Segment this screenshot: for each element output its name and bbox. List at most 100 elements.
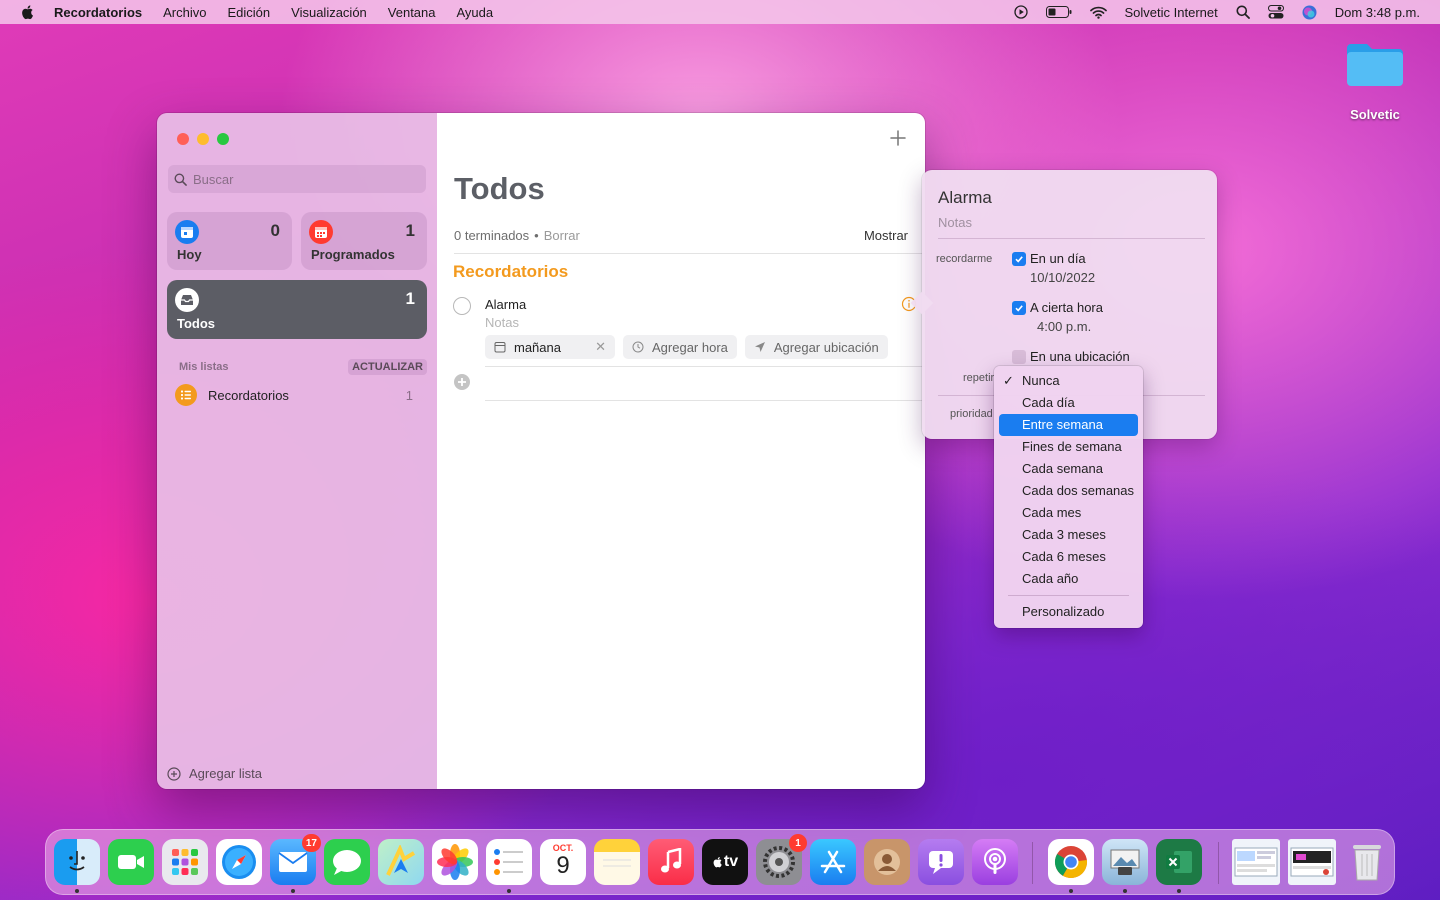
clear-button[interactable]: Borrar — [544, 228, 580, 243]
safari-icon[interactable] — [216, 839, 262, 885]
podcasts-icon[interactable] — [972, 839, 1018, 885]
time-value[interactable]: 4:00 p.m. — [1037, 319, 1091, 334]
repeat-option-entre-semana[interactable]: Entre semana — [999, 414, 1138, 436]
finder-icon[interactable] — [54, 839, 100, 885]
mail-icon[interactable]: 17 — [270, 834, 321, 885]
trash-icon[interactable] — [1344, 839, 1390, 885]
completed-summary: 0 terminados • Borrar — [454, 228, 580, 243]
my-lists-title: Mis listas — [179, 361, 229, 373]
zoom-button[interactable] — [217, 133, 229, 145]
add-reminder-plus-icon[interactable] — [889, 129, 907, 147]
divider — [454, 253, 925, 254]
music-icon[interactable] — [648, 839, 694, 885]
show-button[interactable]: Mostrar — [864, 228, 908, 243]
menu-separator — [1008, 595, 1129, 596]
popover-title[interactable]: Alarma — [938, 188, 992, 208]
menu-visualizacion[interactable]: Visualización — [291, 5, 367, 20]
preview-icon[interactable] — [1102, 839, 1148, 885]
reminder-title[interactable]: Alarma — [485, 297, 526, 312]
battery-icon[interactable] — [1045, 6, 1072, 18]
date-chip[interactable]: mañana ✕ — [485, 335, 615, 359]
hoy-label: Hoy — [177, 247, 202, 262]
repeat-option-cada-dia[interactable]: Cada día — [999, 392, 1138, 414]
calendar-icon[interactable]: OCT. 9 — [540, 839, 586, 885]
minimized-window-thumbnail[interactable] — [1288, 839, 1336, 885]
repeat-option-cada-dos-semanas[interactable]: Cada dos semanas — [999, 480, 1138, 502]
feedback-assistant-icon[interactable] — [918, 839, 964, 885]
apple-tv-icon[interactable]: tv — [702, 839, 748, 885]
repeat-option-fines-de-semana[interactable]: Fines de semana — [999, 436, 1138, 458]
smart-list-todos[interactable]: 1 Todos — [167, 280, 427, 339]
remove-date-icon[interactable]: ✕ — [595, 339, 606, 355]
dock: 17 OCT. 9 tv 1 — [45, 829, 1395, 895]
siri-icon[interactable] — [1302, 5, 1317, 20]
control-center-icon[interactable] — [1267, 5, 1284, 19]
on-day-label: En un día — [1030, 251, 1086, 266]
repeat-option-cada-semana[interactable]: Cada semana — [999, 458, 1138, 480]
system-preferences-icon[interactable]: 1 — [756, 834, 807, 885]
launchpad-icon[interactable] — [162, 839, 208, 885]
search-input[interactable]: Buscar — [168, 165, 426, 193]
repeat-option-personalizado[interactable]: Personalizado — [999, 601, 1138, 623]
repeat-option-cada-mes[interactable]: Cada mes — [999, 502, 1138, 524]
close-button[interactable] — [177, 133, 189, 145]
add-location-chip[interactable]: Agregar ubicación — [744, 335, 888, 359]
on-day-checkbox[interactable]: En un día — [1012, 251, 1086, 266]
photos-icon[interactable] — [432, 839, 478, 885]
chrome-icon[interactable] — [1048, 839, 1094, 885]
plus-circle-icon — [454, 374, 470, 390]
minimize-button[interactable] — [197, 133, 209, 145]
messages-icon[interactable] — [324, 839, 370, 885]
add-location-label: Agregar ubicación — [773, 339, 879, 355]
reminders-icon[interactable] — [486, 839, 532, 885]
wifi-network-name[interactable]: Solvetic Internet — [1125, 5, 1218, 20]
dock-divider — [1218, 842, 1219, 884]
contacts-icon[interactable] — [864, 839, 910, 885]
folder-icon — [1347, 44, 1403, 86]
checkmark-icon: ✓ — [1003, 373, 1014, 388]
smart-list-programados[interactable]: 1 Programados — [301, 212, 427, 270]
menu-app-name[interactable]: Recordatorios — [54, 5, 142, 20]
list-count: 1 — [405, 387, 413, 403]
complete-checkbox[interactable] — [453, 297, 471, 315]
menu-clock[interactable]: Dom 3:48 p.m. — [1335, 5, 1420, 20]
popover-notes[interactable]: Notas — [938, 215, 972, 230]
programados-count: 1 — [405, 221, 415, 240]
repeat-option-cada-3-meses[interactable]: Cada 3 meses — [999, 524, 1138, 546]
menu-archivo[interactable]: Archivo — [163, 5, 206, 20]
search-placeholder: Buscar — [193, 171, 234, 187]
excel-icon[interactable] — [1156, 839, 1202, 885]
facetime-icon[interactable] — [108, 839, 154, 885]
sidebar-item-recordatorios[interactable]: Recordatorios 1 — [175, 383, 423, 407]
app-store-icon[interactable] — [810, 839, 856, 885]
menu-ayuda[interactable]: Ayuda — [457, 5, 494, 20]
reminder-notes[interactable]: Notas — [485, 315, 519, 330]
desktop-folder[interactable]: Solvetic — [1340, 40, 1410, 122]
add-time-chip[interactable]: Agregar hora — [623, 335, 737, 359]
at-location-checkbox[interactable]: En una ubicación — [1012, 349, 1130, 364]
wifi-icon[interactable] — [1089, 6, 1107, 19]
clock-icon — [632, 341, 644, 353]
new-reminder-row[interactable] — [453, 373, 471, 396]
menu-edicion[interactable]: Edición — [228, 5, 271, 20]
priority-label: prioridad — [950, 408, 993, 420]
menu-ventana[interactable]: Ventana — [388, 5, 436, 20]
add-list-button[interactable]: Agregar lista — [167, 766, 262, 781]
minimized-window-thumbnail[interactable] — [1232, 839, 1280, 885]
date-value[interactable]: 10/10/2022 — [1030, 270, 1095, 285]
maps-icon[interactable] — [378, 839, 424, 885]
repeat-option-nunca[interactable]: ✓ Nunca — [999, 370, 1138, 392]
at-time-checkbox[interactable]: A cierta hora — [1012, 300, 1103, 315]
notes-icon[interactable] — [594, 839, 640, 885]
tv-label: tv — [723, 853, 739, 870]
apple-icon[interactable] — [20, 4, 36, 20]
repeat-option-cada-ano[interactable]: Cada año — [999, 568, 1138, 590]
checkmark-icon — [1012, 251, 1026, 266]
spotlight-search-icon[interactable] — [1236, 5, 1250, 19]
update-button[interactable]: ACTUALIZAR — [348, 359, 427, 375]
smart-list-hoy[interactable]: 0 Hoy — [167, 212, 292, 270]
dock-divider — [1032, 842, 1033, 884]
running-indicator — [507, 889, 511, 893]
repeat-option-cada-6-meses[interactable]: Cada 6 meses — [999, 546, 1138, 568]
play-icon[interactable] — [1013, 5, 1028, 19]
